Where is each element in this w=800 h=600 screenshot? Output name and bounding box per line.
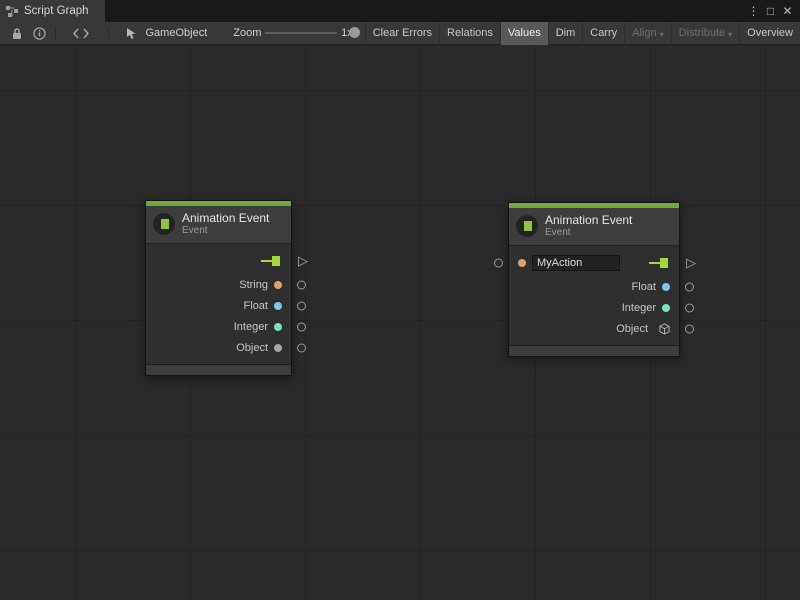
toolbar-buttons: Clear Errors Relations Values Dim Carry … — [365, 22, 800, 45]
node-subtitle: Event — [182, 225, 269, 237]
zoom-slider-handle[interactable] — [349, 27, 360, 38]
event-play-icon — [153, 213, 175, 235]
gameobject-label: GameObject — [146, 27, 208, 39]
integer-output-port[interactable] — [297, 322, 306, 331]
tab-title: Script Graph — [24, 5, 89, 17]
zoom-slider[interactable] — [265, 22, 337, 44]
float-type-dot — [662, 283, 670, 291]
cube-icon — [659, 323, 670, 335]
output-row-object: Object — [146, 337, 291, 358]
port-label-float: Float — [244, 300, 268, 312]
float-type-dot — [274, 302, 282, 310]
toolbar-separator — [55, 27, 56, 40]
integer-type-dot — [274, 323, 282, 331]
string-output-port[interactable] — [297, 280, 306, 289]
output-row-float: Float — [509, 276, 679, 297]
script-graph-icon — [6, 6, 18, 17]
event-play-icon — [516, 215, 538, 237]
flow-arrow-icon — [261, 256, 280, 266]
graph-toolbar: GameObject Zoom 1x Clear Errors Relation… — [0, 22, 800, 45]
output-row-float: Float — [146, 295, 291, 316]
zoom-slider-track[interactable] — [265, 32, 337, 34]
port-label-object: Object — [236, 342, 268, 354]
float-output-port[interactable] — [297, 301, 306, 310]
name-and-flow-row: ▷ — [509, 249, 679, 276]
port-label-object: Object — [616, 323, 648, 335]
node-footer — [509, 345, 679, 356]
port-label-integer: Integer — [622, 302, 656, 314]
output-row-object: Object — [509, 318, 679, 339]
clear-errors-button[interactable]: Clear Errors — [365, 22, 439, 45]
animation-event-node[interactable]: Animation Event Event ▷ String Float — [145, 200, 292, 376]
object-output-port[interactable] — [685, 324, 694, 333]
object-output-port[interactable] — [297, 343, 306, 352]
node-body: ▷ Float Integer Object — [509, 245, 679, 345]
chevron-down-icon: ▾ — [660, 30, 664, 39]
node-header[interactable]: Animation Event Event — [146, 206, 291, 243]
dim-button[interactable]: Dim — [548, 22, 583, 45]
code-preview-icon[interactable] — [68, 22, 94, 44]
chevron-down-icon: ▾ — [728, 30, 732, 39]
relations-button[interactable]: Relations — [439, 22, 500, 45]
node-title: Animation Event — [545, 213, 632, 227]
align-dropdown[interactable]: Align ▾ — [624, 22, 670, 45]
output-row-integer: Integer — [509, 297, 679, 318]
distribute-dropdown[interactable]: Distribute ▾ — [671, 22, 739, 45]
toolbar-separator — [108, 27, 109, 40]
node-body: ▷ String Float Integer Object — [146, 243, 291, 364]
flow-output-row: ▷ — [146, 247, 291, 274]
node-footer — [146, 364, 291, 375]
float-output-port[interactable] — [685, 282, 694, 291]
overview-button[interactable]: Overview — [739, 22, 800, 45]
port-label-integer: Integer — [234, 321, 268, 333]
window-controls: ⋮ □ ✕ — [745, 0, 800, 22]
gameobject-picker-icon[interactable] — [121, 22, 142, 44]
graph-canvas[interactable]: Animation Event Event ▷ String Float — [0, 45, 800, 600]
tab-bar: Script Graph ⋮ □ ✕ — [0, 0, 800, 22]
object-type-dot — [274, 344, 282, 352]
close-icon[interactable]: ✕ — [779, 0, 796, 22]
flow-output-port[interactable]: ▷ — [298, 254, 308, 267]
action-name-input[interactable] — [532, 255, 620, 271]
integer-type-dot — [662, 304, 670, 312]
lock-icon[interactable] — [6, 22, 28, 44]
animation-event-node[interactable]: Animation Event Event ▷ Float I — [508, 202, 680, 357]
string-type-dot — [518, 259, 526, 267]
info-icon[interactable] — [28, 22, 51, 44]
name-input-port[interactable] — [494, 258, 503, 267]
node-title: Animation Event — [182, 211, 269, 225]
maximize-icon[interactable]: □ — [762, 0, 779, 22]
carry-button[interactable]: Carry — [582, 22, 624, 45]
port-label-float: Float — [632, 281, 656, 293]
integer-output-port[interactable] — [685, 303, 694, 312]
values-button[interactable]: Values — [500, 22, 548, 45]
output-row-integer: Integer — [146, 316, 291, 337]
output-row-string: String — [146, 274, 291, 295]
menu-icon[interactable]: ⋮ — [745, 0, 762, 22]
flow-arrow-icon — [649, 258, 668, 268]
node-subtitle: Event — [545, 227, 632, 239]
node-header[interactable]: Animation Event Event — [509, 208, 679, 245]
tab-script-graph[interactable]: Script Graph — [0, 0, 105, 22]
zoom-label: Zoom — [233, 27, 261, 39]
string-type-dot — [274, 281, 282, 289]
port-label-string: String — [239, 279, 268, 291]
flow-output-port[interactable]: ▷ — [686, 256, 696, 269]
